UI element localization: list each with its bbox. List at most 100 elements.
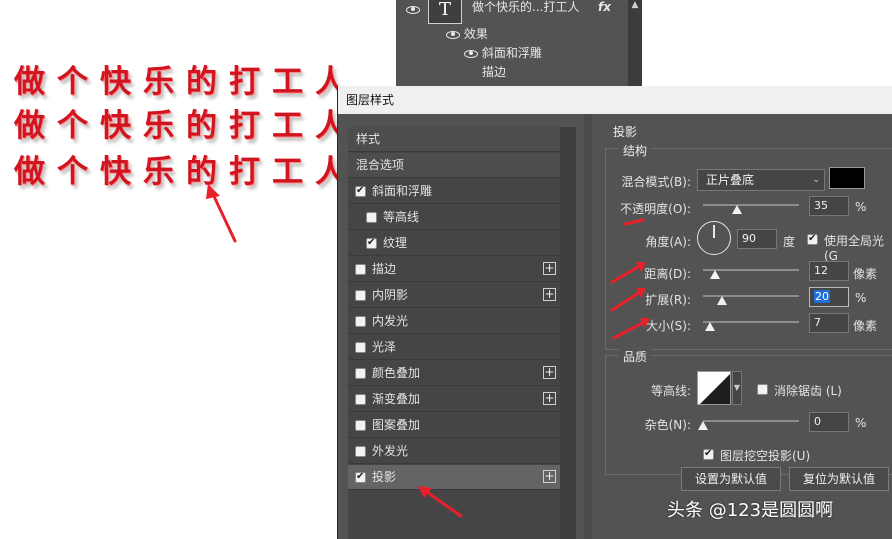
dialog-title: 图层样式 xyxy=(338,86,892,114)
style-item-3[interactable]: 等高线 xyxy=(348,205,560,230)
panel-divider xyxy=(584,114,592,539)
style-item-label: 投影 xyxy=(372,470,397,484)
blend-mode-label: 混合模式(B): xyxy=(621,175,691,189)
blend-mode-select[interactable]: 正片叠底 ⌄ xyxy=(697,169,825,191)
style-checkbox[interactable] xyxy=(355,342,366,353)
opacity-slider[interactable] xyxy=(703,204,799,206)
style-header-label: 样式 xyxy=(356,132,381,146)
annotation-arrow-canvas xyxy=(210,190,237,243)
opacity-slider-thumb[interactable] xyxy=(731,205,742,214)
style-checkbox[interactable] xyxy=(355,290,366,301)
watermark: 头条 @123是圆圆啊 xyxy=(667,500,834,521)
style-checkbox[interactable] xyxy=(355,394,366,405)
structure-title: 结构 xyxy=(619,142,652,159)
noise-slider[interactable] xyxy=(703,420,799,422)
global-light-checkbox[interactable] xyxy=(807,231,818,247)
style-item-10[interactable]: 渐变叠加 + xyxy=(348,387,560,412)
eye-icon xyxy=(464,49,478,58)
eye-icon xyxy=(446,30,460,39)
add-effect-icon[interactable]: + xyxy=(543,392,556,405)
style-item-label: 渐变叠加 xyxy=(372,392,421,406)
add-effect-icon[interactable]: + xyxy=(543,288,556,301)
style-item-1[interactable]: 混合选项 xyxy=(348,153,560,178)
quality-title: 品质 xyxy=(619,348,652,365)
style-checkbox[interactable] xyxy=(355,469,366,485)
style-checkbox[interactable] xyxy=(366,235,377,251)
noise-label: 杂色(N): xyxy=(644,418,691,432)
style-item-2[interactable]: 斜面和浮雕 xyxy=(348,179,560,204)
reset-default-button[interactable]: 复位为默认值 xyxy=(789,467,889,491)
angle-field[interactable]: 90 xyxy=(737,229,777,249)
style-item-label: 内阴影 xyxy=(372,288,409,302)
style-item-label: 颜色叠加 xyxy=(372,366,421,380)
add-effect-icon[interactable]: + xyxy=(543,470,556,483)
style-item-11[interactable]: 图案叠加 xyxy=(348,413,560,438)
effect-bevel-row[interactable]: 斜面和浮雕 xyxy=(464,43,542,63)
distance-field[interactable]: 12 xyxy=(809,261,849,281)
style-checkbox[interactable] xyxy=(355,446,366,457)
layer-name[interactable]: 做个快乐的...打工人 xyxy=(472,0,579,17)
style-checkbox[interactable] xyxy=(355,420,366,431)
style-checkbox[interactable] xyxy=(355,264,366,275)
style-checkbox[interactable] xyxy=(355,183,366,199)
text-layer-thumbnail[interactable]: T xyxy=(428,0,462,24)
style-checkbox[interactable] xyxy=(355,368,366,379)
style-checkbox[interactable] xyxy=(366,212,377,223)
layer-visibility-toggle[interactable] xyxy=(406,0,420,19)
fx-icon[interactable]: fx xyxy=(598,0,611,17)
layer-style-dialog: 图层样式 样式混合选项斜面和浮雕等高线纹理描边+内阴影+内发光光泽颜色叠加+渐变… xyxy=(337,86,892,539)
opacity-field[interactable]: 35 xyxy=(809,196,849,216)
style-item-8[interactable]: 光泽 xyxy=(348,335,560,360)
contour-dropdown[interactable]: ▼ xyxy=(732,371,742,405)
set-default-button[interactable]: 设置为默认值 xyxy=(681,467,781,491)
size-field[interactable]: 7 xyxy=(809,313,849,333)
size-slider[interactable] xyxy=(703,321,799,323)
spread-slider-thumb[interactable] xyxy=(717,296,728,305)
style-item-label: 图案叠加 xyxy=(372,418,421,432)
global-light-label: 使用全局光 (G xyxy=(824,234,885,263)
noise-unit: % xyxy=(855,416,867,430)
distance-unit: 像素 xyxy=(853,267,878,281)
distance-slider-thumb[interactable] xyxy=(709,270,720,279)
antialias-checkbox[interactable] xyxy=(757,384,768,395)
layers-panel: T 做个快乐的...打工人 fx 效果 斜面和浮雕 描边 ▲ xyxy=(396,0,642,88)
knockout-checkbox[interactable] xyxy=(703,446,714,462)
contour-label: 等高线: xyxy=(650,384,691,398)
opacity-unit: % xyxy=(855,200,867,214)
style-item-label: 光泽 xyxy=(372,340,397,354)
effect-stroke-row[interactable]: 描边 xyxy=(482,62,506,82)
effects-row[interactable]: 效果 xyxy=(446,24,488,44)
style-list: 样式混合选项斜面和浮雕等高线纹理描边 + 内阴影 + 内发光光泽颜色叠加 + 渐变叠加 + 图案… xyxy=(348,127,560,539)
style-list-scrollbar[interactable] xyxy=(560,127,576,539)
effect-bevel-label: 斜面和浮雕 xyxy=(481,46,542,60)
shadow-color-swatch[interactable] xyxy=(829,167,865,189)
noise-slider-thumb[interactable] xyxy=(698,421,708,430)
knockout-label: 图层挖空投影(U) xyxy=(720,449,811,463)
style-item-label: 内发光 xyxy=(372,314,409,328)
add-effect-icon[interactable]: + xyxy=(543,366,556,379)
style-item-7[interactable]: 内发光 xyxy=(348,309,560,334)
opacity-label: 不透明度(O): xyxy=(620,202,691,216)
layers-scrollbar[interactable]: ▲ xyxy=(628,0,642,88)
style-item-0[interactable]: 样式 xyxy=(348,127,560,152)
style-checkbox[interactable] xyxy=(355,316,366,327)
add-effect-icon[interactable]: + xyxy=(543,262,556,275)
style-item-9[interactable]: 颜色叠加 + xyxy=(348,361,560,386)
noise-field[interactable]: 0 xyxy=(809,412,849,432)
style-item-5[interactable]: 描边 + xyxy=(348,257,560,282)
style-item-4[interactable]: 纹理 xyxy=(348,231,560,256)
canvas-text-line-1: 做个快乐的打工人 xyxy=(14,64,358,100)
size-slider-thumb[interactable] xyxy=(704,322,715,331)
style-item-12[interactable]: 外发光 xyxy=(348,439,560,464)
chevron-up-icon: ▲ xyxy=(631,0,639,10)
chevron-down-icon: ⌄ xyxy=(812,175,820,185)
effect-stroke-label: 描边 xyxy=(482,65,507,79)
style-item-6[interactable]: 内阴影 + xyxy=(348,283,560,308)
spread-field[interactable]: 20 xyxy=(809,287,849,307)
canvas-text-line-2: 做个快乐的打工人 xyxy=(14,108,358,144)
angle-dial[interactable] xyxy=(697,221,731,255)
style-item-13[interactable]: 投影 + xyxy=(348,465,560,490)
contour-preview[interactable] xyxy=(697,371,731,405)
drop-shadow-settings: 投影 结构 混合模式(B): 正片叠底 ⌄ 不透明度(O): 35 % 角度(A)… xyxy=(593,114,892,539)
style-item-label: 等高线 xyxy=(383,210,420,224)
